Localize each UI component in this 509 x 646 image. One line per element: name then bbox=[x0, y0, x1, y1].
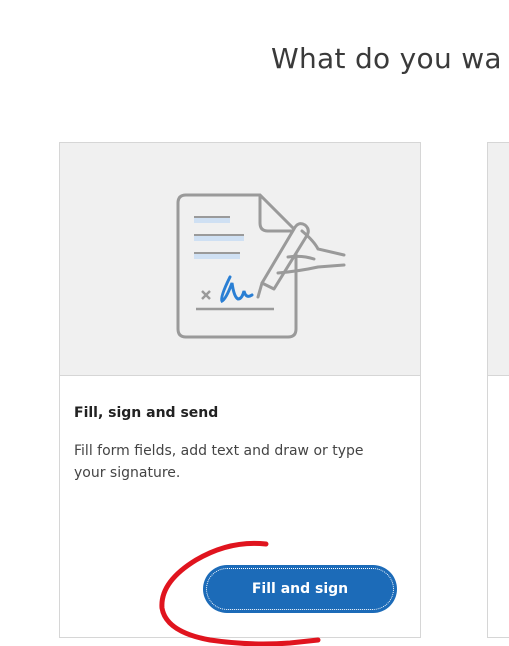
card-title: Fill, sign and send bbox=[74, 405, 219, 421]
fill-and-sign-button[interactable]: Fill and sign bbox=[203, 565, 397, 613]
fill-and-sign-card[interactable]: Fill, sign and send Fill form fields, ad… bbox=[59, 142, 421, 638]
card-illustration bbox=[60, 143, 420, 376]
document-signature-icon bbox=[176, 193, 346, 339]
tool-selection-page: What do you wa Fill, sign and send Fill … bbox=[0, 0, 509, 646]
page-heading: What do you wa bbox=[271, 42, 502, 75]
next-card-illustration bbox=[488, 143, 509, 376]
card-description: Fill form fields, add text and draw or t… bbox=[74, 443, 364, 481]
next-card-partial[interactable] bbox=[487, 142, 509, 638]
